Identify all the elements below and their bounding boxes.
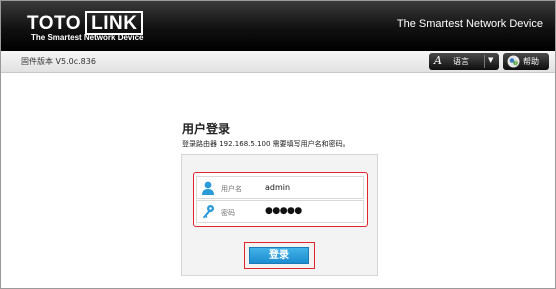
key-icon [203, 205, 214, 219]
username-label: 用户名 [221, 185, 242, 193]
help-icon: ? [507, 55, 520, 68]
svg-text:?: ? [514, 61, 516, 66]
chevron-down-icon: ▼ [488, 56, 494, 64]
help-label: 帮助 [523, 57, 539, 66]
password-field[interactable]: 密码 ●●●●● [196, 200, 364, 223]
user-icon [202, 181, 214, 195]
help-button[interactable]: ? 帮助 [503, 53, 549, 70]
header-slogan: The Smartest Network Device [396, 18, 543, 30]
header-bar: TOTO LINK The Smartest Network Device Th… [1, 1, 555, 51]
username-field[interactable]: 用户名 admin [196, 176, 364, 199]
language-icon: A [434, 54, 442, 67]
page-title: 用户登录 [182, 122, 231, 136]
logo-text-toto: TOTO [27, 12, 82, 34]
login-button[interactable]: 登录 [249, 247, 309, 264]
password-value: ●●●●● [265, 206, 302, 216]
login-hint: 登录路由器 192.168.5.100 需要填写用户名和密码。 [182, 140, 350, 148]
language-divider [484, 55, 485, 68]
password-label: 密码 [221, 209, 235, 217]
page-frame: TOTO LINK The Smartest Network Device Th… [0, 0, 556, 289]
toolbar: 固件版本 V5.0c.836 A 语言 ▼ ? 帮助 [1, 51, 555, 73]
logo-text-link: LINK [85, 11, 144, 35]
language-dropdown[interactable]: A 语言 ▼ [429, 53, 499, 70]
firmware-version: 固件版本 V5.0c.836 [21, 57, 96, 66]
username-value: admin [265, 183, 291, 192]
language-label: 语言 [453, 57, 469, 66]
logo-tagline: The Smartest Network Device [31, 33, 144, 42]
